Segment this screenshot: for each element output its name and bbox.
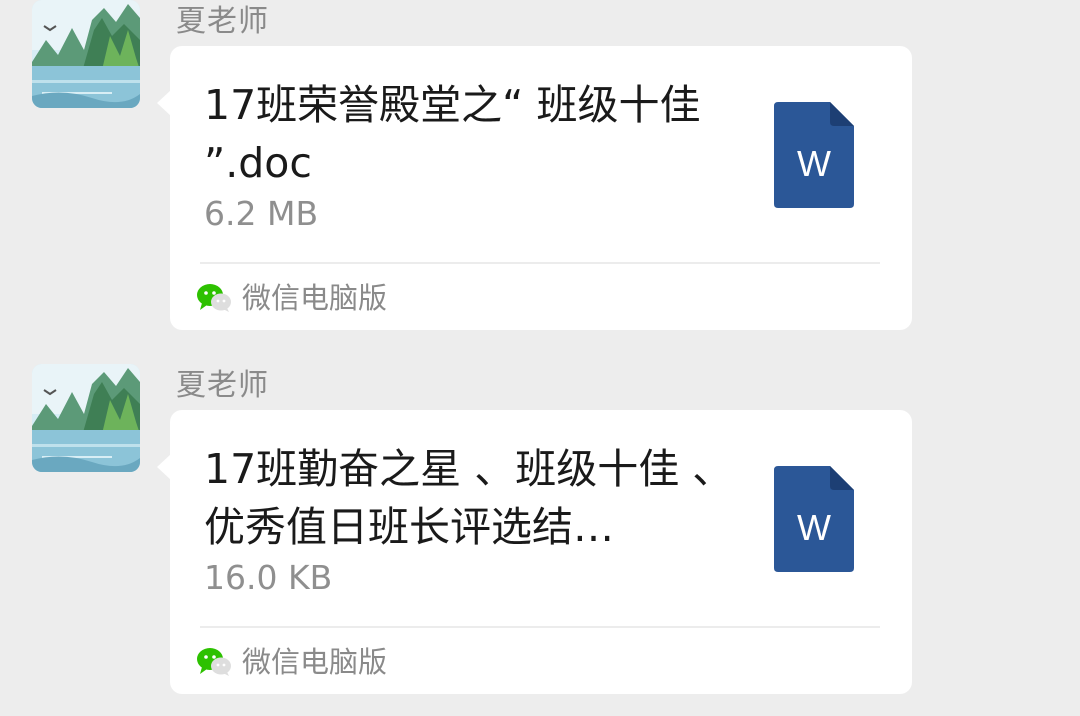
- chat-message-list: 夏老师 17班荣誉殿堂之“ 班级十佳 ”.doc 6.2 MB W 微信电脑版 …: [0, 0, 1080, 716]
- file-name: 17班勤奋之星 、班级十佳 、优秀值日班长评选结…: [204, 445, 734, 551]
- source-footer: 微信电脑版: [196, 640, 387, 684]
- avatar[interactable]: [32, 0, 140, 108]
- divider: [200, 626, 880, 628]
- word-doc-letter: W: [797, 143, 831, 184]
- avatar[interactable]: [32, 364, 140, 472]
- sender-name: 夏老师: [176, 4, 269, 39]
- word-doc-icon: W: [774, 102, 854, 208]
- landscape-avatar-image: [32, 364, 140, 472]
- file-message-bubble[interactable]: 17班勤奋之星 、班级十佳 、优秀值日班长评选结… 16.0 KB W 微信电脑…: [157, 410, 912, 694]
- source-label: 微信电脑版: [242, 645, 388, 679]
- file-name: 17班荣誉殿堂之“ 班级十佳 ”.doc: [204, 81, 701, 187]
- wechat-icon: [196, 283, 232, 313]
- sender-name: 夏老师: [176, 368, 269, 403]
- chat-message: 夏老师 17班荣誉殿堂之“ 班级十佳 ”.doc 6.2 MB W 微信电脑版: [0, 0, 1080, 334]
- landscape-avatar-image: [32, 0, 140, 108]
- wechat-icon: [196, 647, 232, 677]
- word-doc-letter: W: [797, 507, 831, 548]
- word-doc-icon: W: [774, 466, 854, 572]
- file-size: 6.2 MB: [204, 194, 319, 233]
- source-footer: 微信电脑版: [196, 276, 387, 320]
- divider: [200, 262, 880, 264]
- file-size: 16.0 KB: [204, 558, 333, 597]
- source-label: 微信电脑版: [242, 281, 388, 315]
- file-message-bubble[interactable]: 17班荣誉殿堂之“ 班级十佳 ”.doc 6.2 MB W 微信电脑版: [157, 46, 912, 330]
- chat-message: 夏老师 17班勤奋之星 、班级十佳 、优秀值日班长评选结… 16.0 KB W: [0, 358, 1080, 698]
